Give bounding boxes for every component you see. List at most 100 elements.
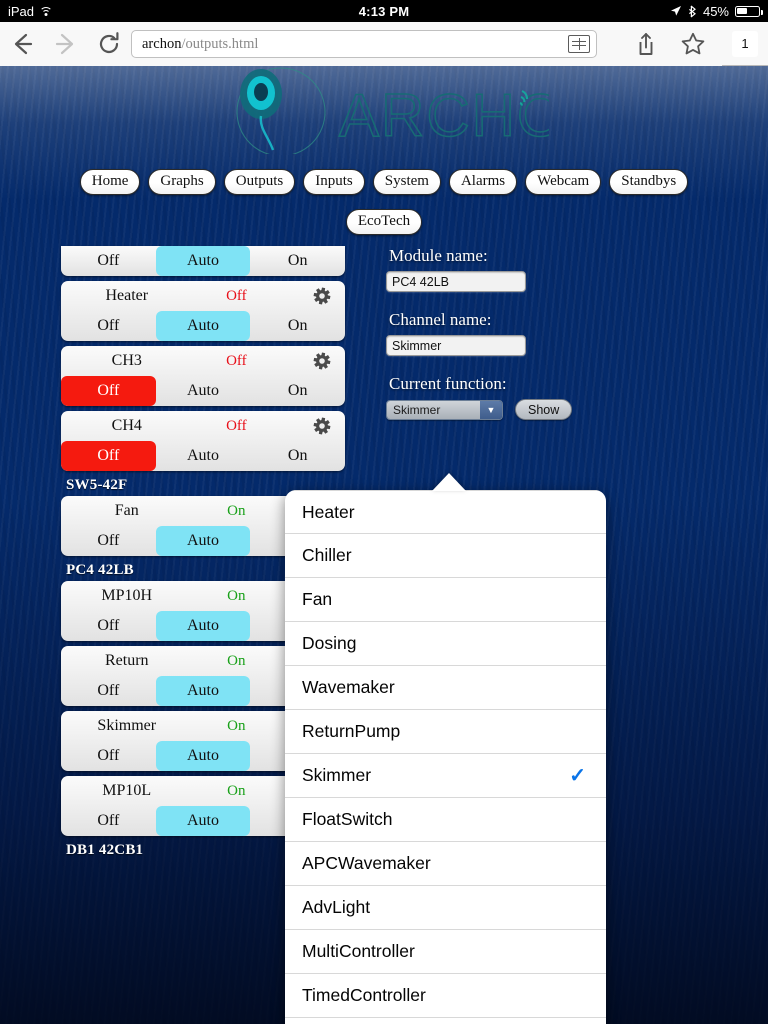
dropdown-option[interactable]: Dosing [285,622,606,666]
output-channel-status: On [227,587,246,604]
mode-button-off[interactable]: Off [61,676,156,706]
dropdown-option[interactable]: Chiller [285,534,606,578]
output-channel-status: Off [226,352,247,369]
show-button[interactable]: Show [515,399,573,420]
mode-button-auto[interactable]: Auto [156,441,251,471]
nav-item-ecotech[interactable]: EcoTech [345,209,423,235]
gear-icon[interactable] [313,352,331,370]
mode-button-auto[interactable]: Auto [155,311,251,341]
forward-arrow-icon[interactable] [52,31,78,57]
dropdown-option[interactable]: MLC [285,1018,606,1024]
dropdown-option[interactable]: TimedController [285,974,606,1018]
output-channel-name: CH4 [111,417,142,434]
reload-icon[interactable] [96,31,122,57]
channel-name-label: Channel name: [389,310,492,329]
share-icon[interactable] [633,31,659,57]
chevron-down-icon: ▼ [480,400,502,419]
output-channel-card: Heater Off Off Auto On [61,281,345,341]
back-arrow-icon[interactable] [10,31,36,57]
mode-button-off[interactable]: Off [61,526,156,556]
nav-item-alarms[interactable]: Alarms [448,169,518,195]
current-function-row: Skimmer ▼ Show [386,399,716,420]
location-arrow-icon [670,6,681,16]
mode-button-on[interactable]: On [250,246,345,276]
dropdown-option-label: Skimmer [302,765,372,785]
nav-item-inputs[interactable]: Inputs [303,169,365,195]
output-channel-status: On [227,717,246,734]
mode-button-off[interactable]: Off [61,806,156,836]
channel-detail-form: Module name: PC4 42LB Channel name: Skim… [386,246,716,420]
dropdown-option-label: TimedController [302,985,426,1005]
reader-view-icon[interactable] [568,35,590,53]
module-name-input[interactable]: PC4 42LB [386,271,526,292]
output-channel-name: Heater [105,287,149,304]
channel-name-input[interactable]: Skimmer [386,335,526,356]
output-channel-card: Off Auto On [61,246,345,276]
output-channel-name: Fan [114,502,139,519]
mode-button-auto[interactable]: Auto [155,526,251,556]
mode-button-auto[interactable]: Auto [155,611,251,641]
output-channel-header: Heater Off [61,281,345,311]
output-channel-status: On [227,502,246,519]
mode-button-on[interactable]: On [250,441,345,471]
output-mode-segmented-control: OffAutoOn [61,376,345,406]
mode-button-on[interactable]: On [250,376,345,406]
mode-button-off[interactable]: Off [61,741,156,771]
dropdown-option[interactable]: Skimmer ✓ [285,754,606,798]
mode-button-auto[interactable]: Auto [155,676,251,706]
dropdown-option[interactable]: Fan [285,578,606,622]
dropdown-option[interactable]: Wavemaker [285,666,606,710]
dropdown-option[interactable]: MultiController [285,930,606,974]
mode-button-auto[interactable]: Auto [155,246,251,276]
nav-item-outputs[interactable]: Outputs [223,169,296,195]
battery-icon [735,5,763,17]
dropdown-option-label: AdvLight [302,897,371,917]
current-function-label: Current function: [389,374,507,393]
nav-item-webcam[interactable]: Webcam [525,169,602,195]
nav-item-home[interactable]: Home [79,169,141,195]
mode-button-auto[interactable]: Auto [156,376,251,406]
dropdown-option[interactable]: AdvLight [285,886,606,930]
tab-count-button[interactable]: 1 [732,30,758,57]
mode-button-off[interactable]: Off [61,611,156,641]
dropdown-option[interactable]: FloatSwitch [285,798,606,842]
bookmark-star-icon[interactable] [680,31,706,57]
url-bar[interactable]: archon /outputs.html [131,30,597,58]
site-nav-secondary: EcoTech [0,209,768,235]
dropdown-option-label: Heater [302,501,355,522]
output-channel-card: CH3 Off Off Auto On [61,346,345,406]
nav-item-standbys[interactable]: Standbys [609,169,689,195]
mode-button-off[interactable]: Off [61,441,156,471]
output-channel-name: Skimmer [97,717,157,734]
screen: iPad 4:13 PM 45% archon /outputs.html 1 … [0,0,768,1024]
svg-text:ARCHON: ARCHON [339,82,549,149]
mode-button-off[interactable]: Off [61,246,156,276]
dropdown-option-label: Wavemaker [302,677,395,697]
ios-status-bar: iPad 4:13 PM 45% [0,0,768,22]
dropdown-option[interactable]: Heater [285,490,606,534]
mode-button-off[interactable]: Off [61,376,156,406]
battery-percent-label: 45% [702,3,729,19]
mode-button-auto[interactable]: Auto [155,806,251,836]
mode-button-auto[interactable]: Auto [155,741,251,771]
output-mode-segmented-control: OffAutoOn [61,311,345,341]
output-channel-name: CH3 [111,352,142,369]
mode-button-on[interactable]: On [250,311,345,341]
mode-button-off[interactable]: Off [61,311,156,341]
output-channel-name: MP10H [101,587,153,604]
dropdown-option[interactable]: APCWavemaker [285,842,606,886]
gear-icon[interactable] [313,287,331,305]
archon-logo: ARCHON [0,66,768,166]
current-function-select[interactable]: Skimmer ▼ [386,399,503,420]
function-dropdown-popover: Heater Chiller Fan Dosing Wavemaker ReturnPum… [285,490,606,1024]
gear-icon[interactable] [313,417,331,435]
dropdown-option[interactable]: ReturnPump [285,710,606,754]
output-channel-header: CH4 Off [61,411,345,441]
output-mode-segmented-control: OffAutoOn [61,246,345,276]
url-host: archon [142,35,182,52]
output-channel-status: Off [226,287,247,304]
nav-item-system[interactable]: System [372,169,441,195]
status-bar-clock: 4:13 PM [358,3,410,19]
nav-item-graphs[interactable]: Graphs [148,169,216,195]
output-mode-segmented-control: OffAutoOn [61,441,345,471]
